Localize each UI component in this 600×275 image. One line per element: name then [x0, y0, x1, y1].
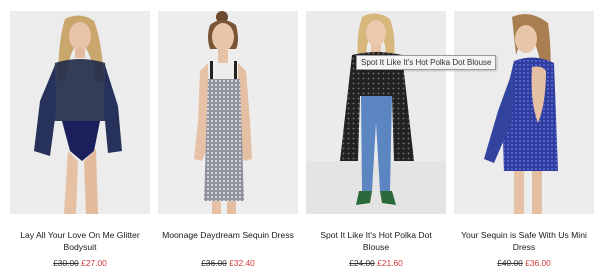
- sale-price: £32.40: [229, 258, 255, 268]
- product-name[interactable]: Lay All Your Love On Me Glitter Bodysuit: [10, 229, 150, 253]
- model-photo: [454, 11, 594, 214]
- sale-price: £27.00: [81, 258, 107, 268]
- product-card[interactable]: Lay All Your Love On Me Glitter Bodysuit…: [10, 11, 150, 273]
- original-price: £30.00: [53, 258, 79, 268]
- product-name[interactable]: Moonage Daydream Sequin Dress: [158, 229, 298, 241]
- product-card[interactable]: Your Sequin is Safe With Us Mini Dress £…: [454, 11, 594, 273]
- product-price: £24.00 £21.60: [306, 257, 446, 269]
- sale-price: £21.60: [377, 258, 403, 268]
- product-image[interactable]: [454, 11, 594, 214]
- model-photo: [306, 11, 446, 214]
- original-price: £24.00: [349, 258, 375, 268]
- product-price: £30.00 £27.00: [10, 257, 150, 269]
- product-name[interactable]: Spot It Like It's Hot Polka Dot Blouse: [306, 229, 446, 253]
- product-image[interactable]: [158, 11, 298, 214]
- product-card[interactable]: Spot It Like It's Hot Polka Dot Blouse £…: [306, 11, 446, 273]
- sale-price: £36.00: [525, 258, 551, 268]
- product-price: £36.00 £32.40: [158, 257, 298, 269]
- original-price: £36.00: [201, 258, 227, 268]
- product-name[interactable]: Your Sequin is Safe With Us Mini Dress: [454, 229, 594, 253]
- model-photo: [158, 11, 298, 214]
- product-price: £40.00 £36.00: [454, 257, 594, 269]
- product-card[interactable]: Moonage Daydream Sequin Dress £36.00 £32…: [158, 11, 298, 273]
- model-photo: [10, 11, 150, 214]
- image-tooltip: Spot It Like It's Hot Polka Dot Blouse: [356, 55, 497, 70]
- product-image[interactable]: [10, 11, 150, 214]
- product-grid: Lay All Your Love On Me Glitter Bodysuit…: [10, 11, 594, 273]
- product-image[interactable]: [306, 11, 446, 214]
- original-price: £40.00: [497, 258, 523, 268]
